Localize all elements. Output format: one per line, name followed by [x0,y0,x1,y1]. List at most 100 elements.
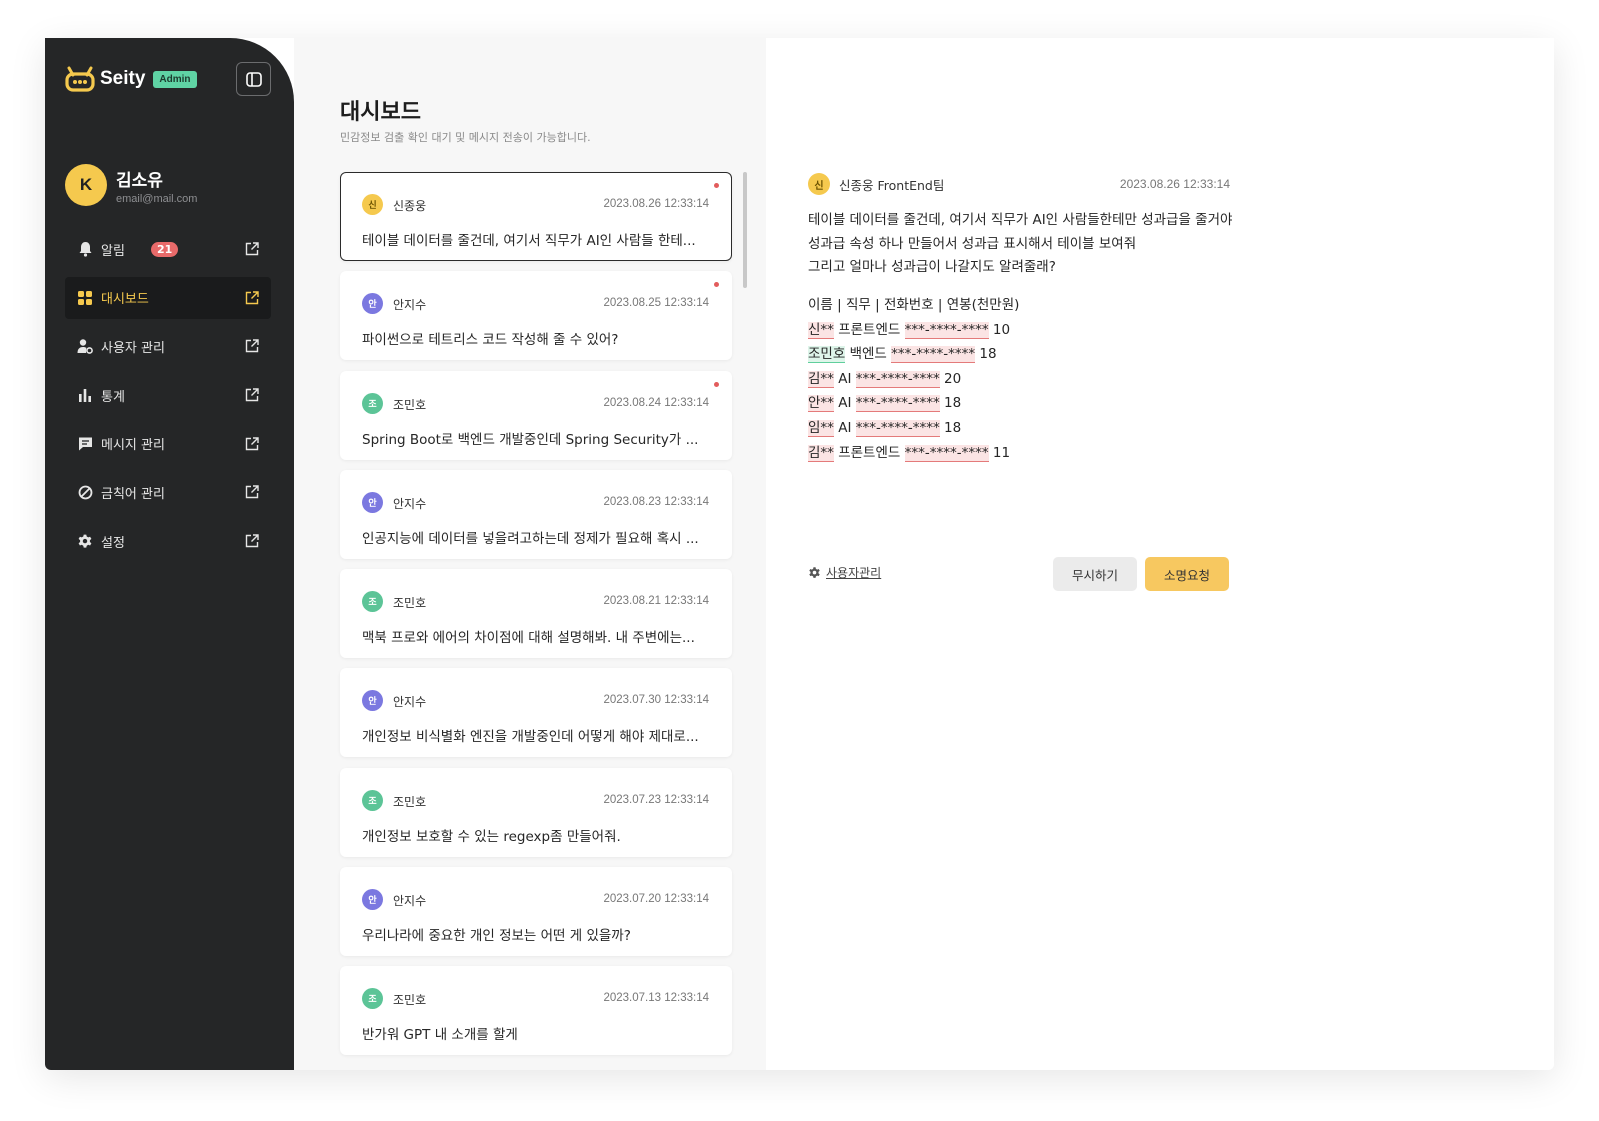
message-preview: 개인정보 보호할 수 있는 regexp좀 만들어줘. [362,828,621,845]
sender-name: 안지수 [393,496,427,511]
avatar: 안 [362,491,383,513]
sidebar-item-dashboard[interactable]: 대시보드 [65,276,271,319]
pii-phone-highlight[interactable]: ***-****-**** [855,419,940,437]
pii-phone-highlight[interactable]: ***-****-**** [855,395,940,413]
avatar: 안 [362,293,383,315]
unread-indicator [714,282,719,288]
message-card[interactable]: 안 안지수 2023.07.30 12:33:14 개인정보 비식별화 엔진을 개발중… [340,668,732,758]
avatar: 신 [362,194,383,215]
sidebar-item-notifications[interactable]: 알림 21 [65,228,271,270]
user-profile[interactable]: K 김소유 email@mail.com [65,164,197,206]
sender-name: 안지수 [393,894,427,909]
message-preview: 테이블 데이터를 줄건데, 여기서 직무가 AI인 사람들 한테... [362,233,696,249]
message-card[interactable]: 조 조민호 2023.07.23 12:33:14 개인정보 보호할 수 있는 reg… [340,767,732,857]
salary-cell: 10 [992,321,1011,338]
user-management-link[interactable]: 사용자관리 [808,564,881,581]
external-link-icon[interactable] [245,242,259,256]
sidebar-item-banned-words[interactable]: 금칙어 관리 [65,471,271,513]
sidebar-item-settings[interactable]: 설정 [65,520,271,562]
grid-icon [77,290,93,306]
pii-name-highlight[interactable]: 임** [808,419,834,437]
sender-name: 조민호 [393,993,427,1008]
app-name: Seity [100,68,146,89]
avatar: 신 [808,173,830,195]
unread-indicator [714,183,719,188]
job-cell: 프론트엔드 [838,321,901,338]
unread-indicator [714,381,719,387]
sidebar-item-label: 사용자 관리 [101,340,165,356]
pii-name-highlight[interactable]: 조민호 [808,346,846,364]
sidebar-item-label: 메시지 관리 [101,438,165,454]
bar-chart-icon [77,387,93,403]
sender-name: 신종웅 [393,199,427,213]
scrollbar[interactable] [743,172,747,288]
sidebar-item-user-management[interactable]: 사용자 관리 [65,325,271,367]
message-timestamp: 2023.07.13 12:33:14 [603,992,709,1005]
job-cell: AI [838,370,852,387]
message-timestamp: 2023.08.26 12:33:14 [1119,177,1230,191]
pii-name-highlight[interactable]: 김** [808,370,834,388]
message-preview: 반가워 GPT 내 소개를 할게 [362,1027,518,1044]
external-link-icon[interactable] [245,437,259,451]
robot-logo-icon [65,66,95,92]
message-preview: 맥북 프로와 에어의 차이점에 대해 설명해봐. 내 주변에는... [362,630,695,647]
job-cell: AI [838,395,852,412]
message-detail-panel: 신 신종웅 FrontEnd팀 2023.08.26 12:33:14 테이블 … [766,38,1554,1070]
logo[interactable]: Seity Admin [65,66,197,92]
salary-cell: 18 [979,346,997,363]
app-window: Seity Admin K 김소유 email@mail.com 알림 21 대… [45,38,1554,1070]
sidebar: Seity Admin K 김소유 email@mail.com 알림 21 대… [45,38,294,1070]
pii-name-highlight[interactable]: 안** [808,395,834,413]
table-row: 안** AI ***-****-**** 18 [808,391,1019,416]
message-card[interactable]: 조 조민호 2023.07.13 12:33:14 반가워 GPT 내 소개를 할게 [340,966,732,1056]
message-card[interactable]: 조 조민호 2023.08.24 12:33:14 Spring Boot로 백엔드 … [340,370,732,460]
ignore-button[interactable]: 무시하기 [1053,557,1137,591]
message-line: 그리고 얼마나 성과급이 나갈지도 알려줄래? [808,259,1056,275]
table-header: 이름 | 직무 | 전화번호 | 연봉(천만원) [808,297,1020,313]
detail-header: 신 신종웅 FrontEnd팀 2023.08.26 12:33:14 [808,173,1230,195]
table-row: 신** 프론트엔드 ***-****-**** 10 [808,318,1019,343]
pii-name-highlight[interactable]: 신** [808,321,834,339]
sidebar-item-statistics[interactable]: 통계 [65,374,271,416]
external-link-icon[interactable] [245,339,259,353]
external-link-icon[interactable] [245,290,259,305]
admin-badge: Admin [153,70,197,88]
pii-name-highlight[interactable]: 김** [808,444,834,462]
job-cell: 프론트엔드 [838,444,901,461]
message-card[interactable]: 안 안지수 2023.08.23 12:33:14 인공지능에 데이터를 넣을려고하는… [340,469,732,559]
external-link-icon[interactable] [245,485,259,499]
gear-icon [809,567,820,578]
sidebar-item-label: 통계 [101,389,125,405]
job-cell: 백엔드 [849,346,887,363]
pii-phone-highlight[interactable]: ***-****-**** [891,346,976,364]
table-row: 조민호 백엔드 ***-****-**** 18 [808,342,1019,367]
message-card[interactable]: 안 안지수 2023.07.20 12:33:14 우리나라에 중요한 개인 정보는 … [340,867,732,957]
message-table-data: 이름 | 직무 | 전화번호 | 연봉(천만원) 신** 프론트엔드 ***-*… [808,293,1019,465]
sidebar-item-label: 금칙어 관리 [101,486,165,502]
bell-icon [77,241,93,257]
message-card[interactable]: 안 안지수 2023.08.25 12:33:14 파이썬으로 테트리스 코드 작성해… [340,271,732,361]
salary-cell: 20 [944,370,962,387]
message-timestamp: 2023.08.21 12:33:14 [603,595,709,608]
sidebar-item-message-management[interactable]: 메시지 관리 [65,423,271,465]
message-card[interactable]: 신 신종웅 2023.08.26 12:33:14 테이블 데이터를 줄건데, 여기서… [340,172,732,261]
job-cell: AI [838,419,852,436]
pii-phone-highlight[interactable]: ***-****-**** [904,444,989,462]
table-row: 임** AI ***-****-**** 18 [808,416,1019,441]
sender-name: 안지수 [393,695,427,710]
message-timestamp: 2023.08.25 12:33:14 [603,297,709,310]
message-preview: 인공지능에 데이터를 넣을려고하는데 정제가 필요해 혹시 ... [362,530,699,547]
message-list: 신 신종웅 2023.08.26 12:33:14 테이블 데이터를 줄건데, 여기서… [340,172,732,1066]
sidebar-toggle-icon [245,71,262,87]
request-explanation-button[interactable]: 소명요청 [1145,557,1229,591]
pii-phone-highlight[interactable]: ***-****-**** [855,370,940,388]
external-link-icon[interactable] [245,388,259,402]
user-name: 김소유 [116,170,163,191]
message-timestamp: 2023.07.20 12:33:14 [603,893,709,906]
external-link-icon[interactable] [245,534,259,548]
sidebar-toggle-button[interactable] [236,62,271,96]
pii-phone-highlight[interactable]: ***-****-**** [904,321,989,339]
message-card[interactable]: 조 조민호 2023.08.21 12:33:14 맥북 프로와 에어의 차이점에 대… [340,569,732,659]
page-subtitle: 민감정보 검출 확인 대기 및 메시지 전송이 가능합니다. [340,131,591,144]
message-list-panel: 대시보드 민감정보 검출 확인 대기 및 메시지 전송이 가능합니다. 신 신종웅… [294,38,766,1070]
